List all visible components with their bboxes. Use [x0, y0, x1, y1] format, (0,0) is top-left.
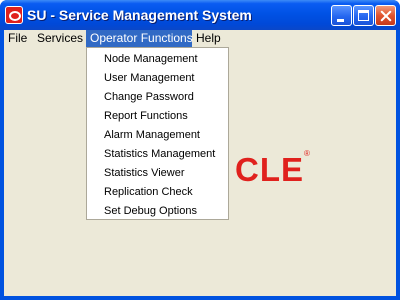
menu-item-statistics-viewer[interactable]: Statistics Viewer: [87, 164, 228, 183]
menu-item-change-password[interactable]: Change Password: [87, 88, 228, 107]
app-icon[interactable]: [5, 6, 23, 24]
menu-item-statistics-management[interactable]: Statistics Management: [87, 145, 228, 164]
menu-help[interactable]: Help: [194, 30, 226, 48]
application-window: SU - Service Management System File Serv…: [0, 0, 400, 300]
menu-item-report-functions[interactable]: Report Functions: [87, 107, 228, 126]
window-title: SU - Service Management System: [27, 7, 252, 23]
close-button[interactable]: [375, 5, 396, 26]
operator-functions-dropdown: Node Management User Management Change P…: [86, 47, 229, 220]
minimize-button[interactable]: [331, 5, 352, 26]
maximize-button[interactable]: [353, 5, 374, 26]
title-bar[interactable]: SU - Service Management System: [0, 0, 400, 30]
registered-mark: ®: [304, 149, 310, 158]
menu-item-user-management[interactable]: User Management: [87, 69, 228, 88]
menu-item-set-debug-options[interactable]: Set Debug Options: [87, 202, 228, 221]
menu-item-node-management[interactable]: Node Management: [87, 50, 228, 69]
menu-file[interactable]: File: [4, 30, 34, 48]
menu-services[interactable]: Services: [34, 30, 84, 48]
oracle-logo: CLE: [235, 151, 304, 188]
menu-item-alarm-management[interactable]: Alarm Management: [87, 126, 228, 145]
menu-operator-functions[interactable]: Operator Functions: [86, 30, 193, 48]
menu-bar: File Services Operator Functions Help: [4, 30, 396, 48]
menu-item-replication-check[interactable]: Replication Check: [87, 183, 228, 202]
